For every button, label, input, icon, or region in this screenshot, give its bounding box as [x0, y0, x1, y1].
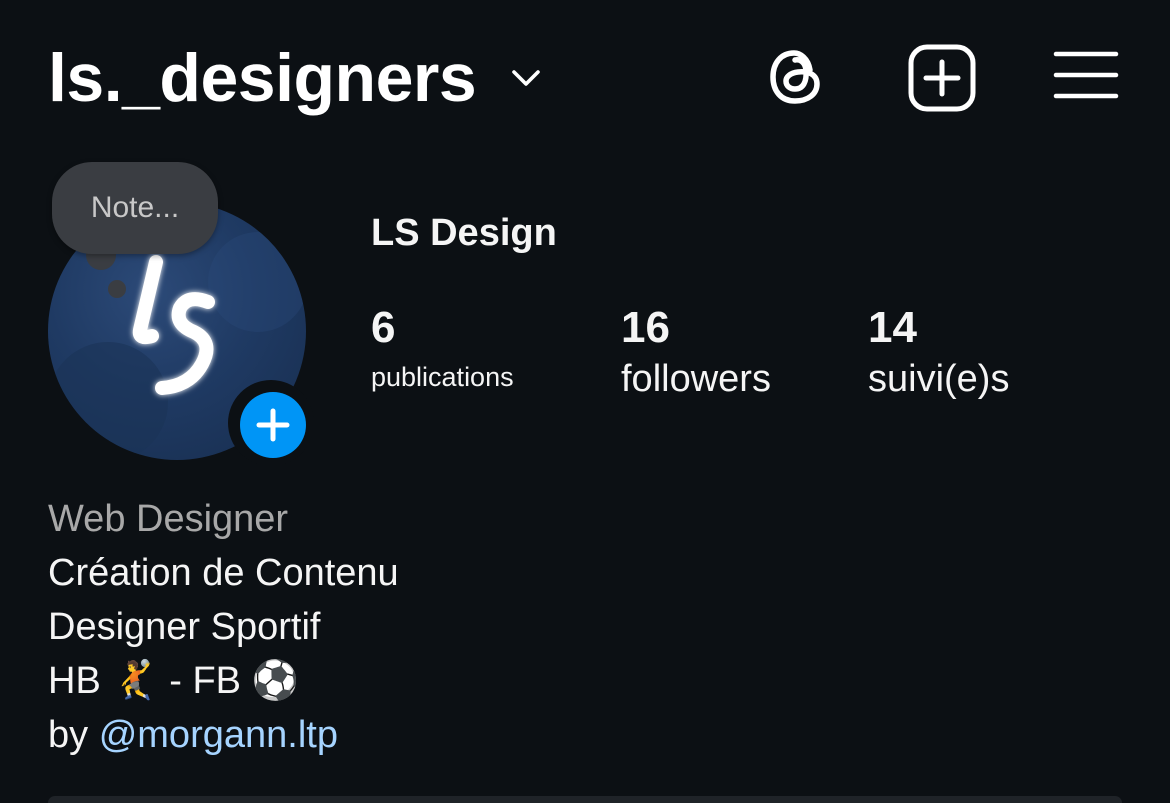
posts-count[interactable]: 6	[371, 302, 395, 354]
bio-line: Designer Sportif	[48, 606, 321, 648]
new-post-icon[interactable]	[906, 42, 978, 114]
followers-label[interactable]: followers	[621, 358, 771, 401]
bio-text: by	[48, 714, 99, 756]
username-title[interactable]: ls._designers	[48, 38, 477, 118]
bio-line: Création de Contenu	[48, 552, 399, 594]
mention-link[interactable]: @morgann.ltp	[99, 714, 338, 756]
following-count[interactable]: 14	[868, 302, 917, 354]
bio-line: by @morgann.ltp	[48, 708, 338, 762]
plus-icon	[256, 408, 290, 442]
bio-line: HB 🤾 - FB ⚽	[48, 654, 299, 708]
bio-text: - FB	[158, 660, 252, 702]
add-story-button[interactable]	[240, 392, 306, 458]
button-row-edge	[48, 796, 1122, 803]
chevron-down-icon[interactable]	[508, 60, 544, 96]
display-name: LS Design	[371, 212, 557, 254]
threads-icon[interactable]	[764, 44, 830, 110]
soccer-ball-emoji-icon: ⚽	[251, 660, 299, 702]
followers-count[interactable]: 16	[621, 302, 670, 354]
handball-emoji-icon: 🤾	[111, 660, 159, 702]
note-bubble-tail	[108, 280, 126, 298]
bio-text: HB	[48, 660, 101, 702]
hamburger-menu-icon[interactable]	[1052, 48, 1120, 104]
following-label[interactable]: suivi(e)s	[868, 358, 1009, 401]
note-placeholder[interactable]: Note...	[52, 162, 218, 254]
bio-category: Web Designer	[48, 498, 289, 540]
posts-label[interactable]: publications	[371, 362, 514, 393]
